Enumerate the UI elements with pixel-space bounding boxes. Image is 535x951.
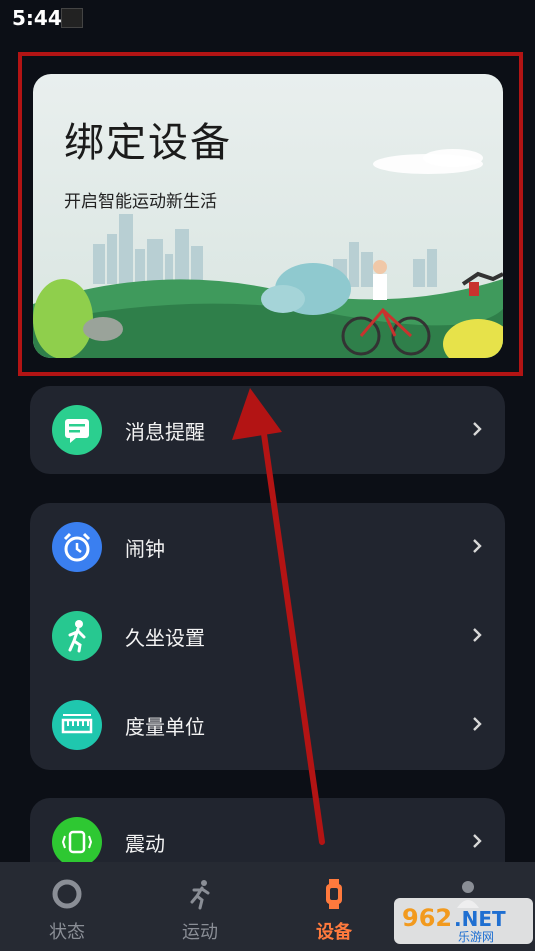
menu-item-alarm[interactable]: 闹钟 <box>30 503 505 591</box>
menu-item-measurement-unit[interactable]: 度量单位 <box>30 681 505 769</box>
site-watermark-logo: 962 .NET 乐游网 <box>394 898 533 944</box>
message-icon <box>52 405 102 455</box>
watch-icon <box>326 879 342 909</box>
chevron-right-icon <box>473 834 482 848</box>
menu-item-label: 消息提醒 <box>125 420 205 444</box>
nav-tab-exercise[interactable]: 运动 <box>150 862 250 951</box>
ruler-icon <box>52 700 102 750</box>
banner-subtitle: 开启智能运动新生活 <box>64 192 217 212</box>
menu-item-label: 震动 <box>125 832 165 856</box>
nav-label: 设备 <box>316 922 352 943</box>
nav-label: 运动 <box>182 922 218 943</box>
nav-tab-status[interactable]: 状态 <box>17 862 117 951</box>
menu-item-message-reminder[interactable]: 消息提醒 <box>30 386 505 474</box>
status-time: 5:44 <box>12 6 62 30</box>
nav-tab-device[interactable]: 设备 <box>284 862 384 951</box>
svg-text:962: 962 <box>402 904 452 932</box>
menu-item-sedentary[interactable]: 久坐设置 <box>30 592 505 680</box>
vibration-watch-icon <box>52 817 102 867</box>
settings-card-notifications: 消息提醒 <box>30 386 505 474</box>
nav-label: 状态 <box>49 922 85 943</box>
settings-card-reminders: 闹钟 久坐设置 度量单位 <box>30 503 505 770</box>
chevron-right-icon <box>473 628 482 642</box>
menu-item-label: 度量单位 <box>125 715 205 739</box>
menu-item-label: 闹钟 <box>125 537 165 561</box>
menu-item-label: 久坐设置 <box>125 626 205 650</box>
bind-device-banner[interactable]: 绑定设备 开启智能运动新生活 <box>33 74 503 358</box>
banner-title: 绑定设备 <box>64 120 232 166</box>
status-ring-icon <box>52 879 82 909</box>
alarm-clock-icon <box>52 522 102 572</box>
status-bar: 5:44 <box>0 0 535 38</box>
notification-app-icon <box>61 8 83 28</box>
svg-text:.NET: .NET <box>454 907 506 931</box>
chevron-right-icon <box>473 539 482 553</box>
chevron-right-icon <box>473 422 482 436</box>
running-icon <box>190 880 210 910</box>
svg-text:乐游网: 乐游网 <box>458 930 494 944</box>
sedentary-person-icon <box>52 611 102 661</box>
chevron-right-icon <box>473 717 482 731</box>
